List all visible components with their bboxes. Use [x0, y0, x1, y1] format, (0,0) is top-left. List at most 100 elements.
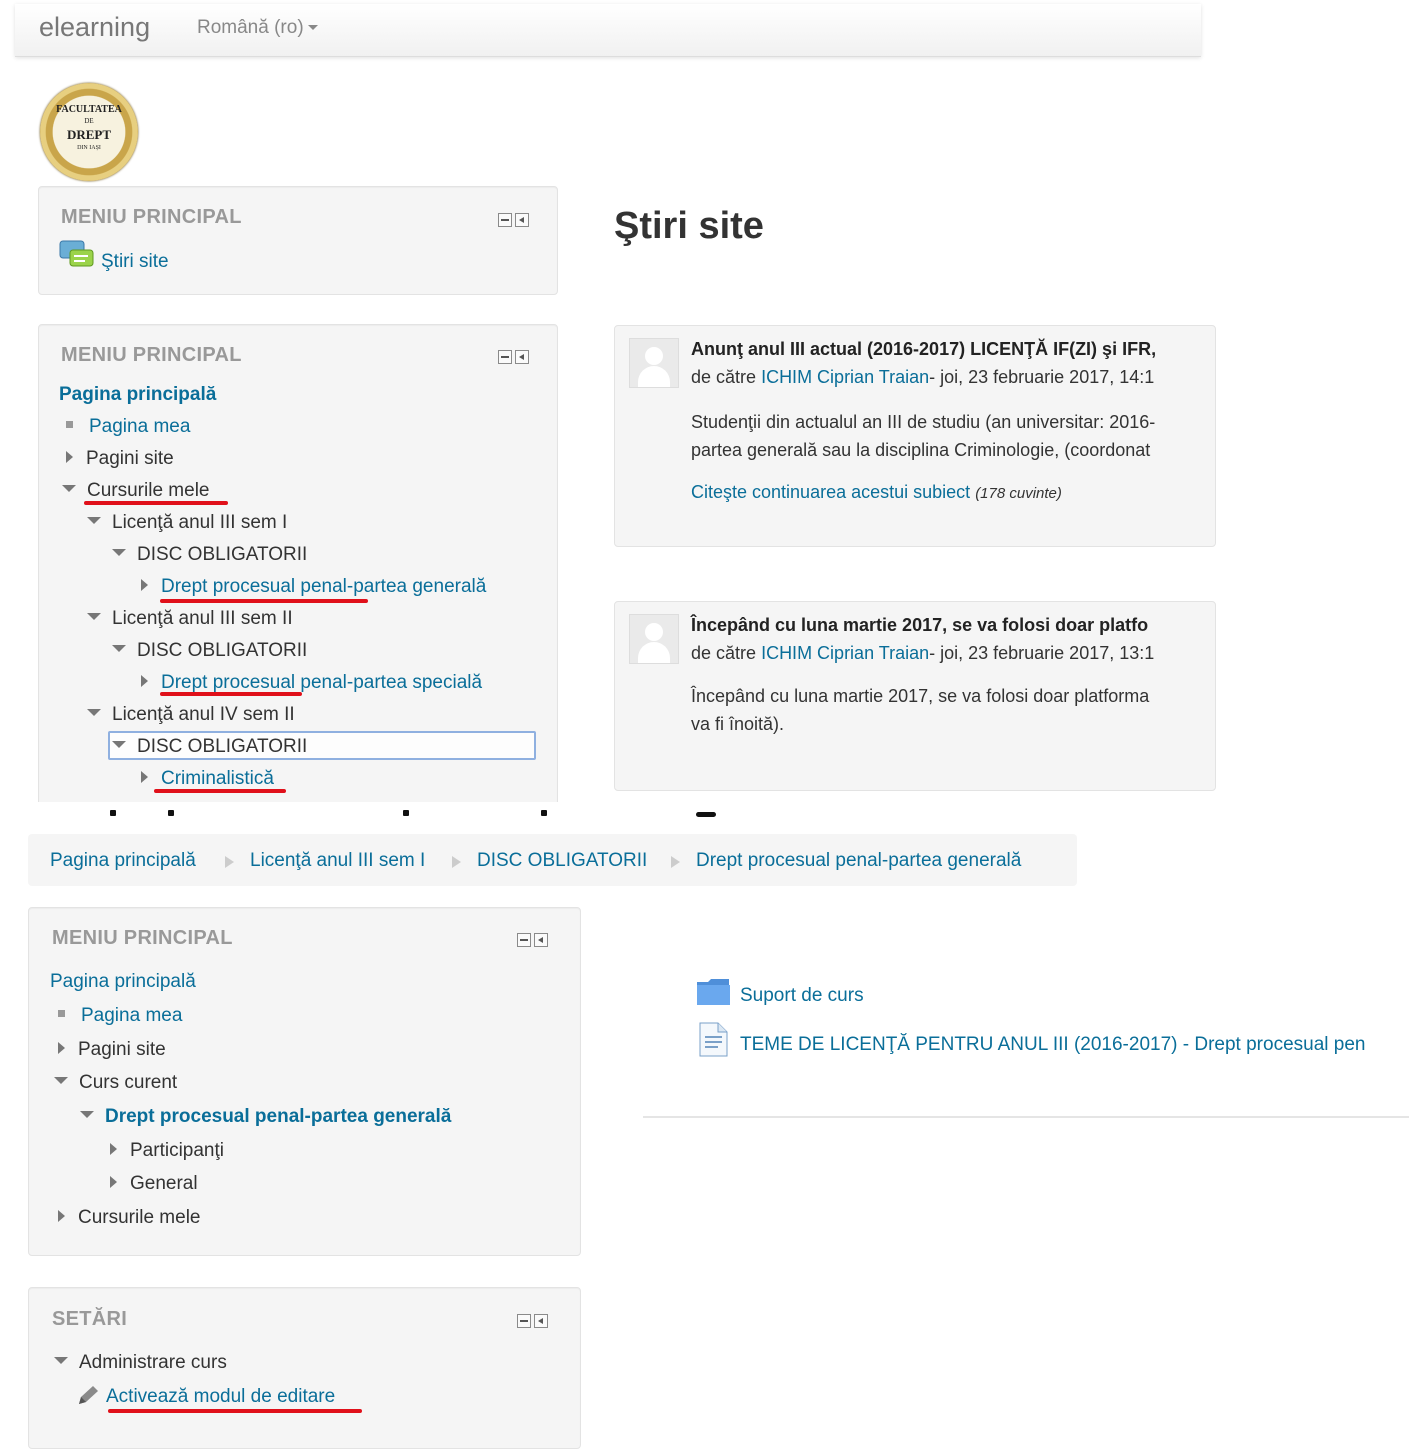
bullet-icon	[58, 1010, 65, 1018]
nav-general[interactable]: General	[110, 1173, 198, 1195]
post-byline: de către ICHIM Ciprian Traian- joi, 23 f…	[691, 643, 1155, 663]
breadcrumb: Pagina principală Licenţă anul III sem I…	[28, 834, 1077, 886]
nav-my-courses[interactable]: Cursurile mele	[62, 480, 209, 502]
hide-block-icon[interactable]	[498, 213, 512, 227]
collapse-icon	[87, 517, 101, 525]
nav-home[interactable]: Pagina principală	[50, 971, 196, 993]
collapse-icon	[112, 645, 126, 653]
collapse-icon	[54, 1357, 68, 1365]
nav-category[interactable]: Licenţă anul III sem II	[87, 608, 293, 630]
main-menu-block-news: MENIU PRINCIPAL Ştiri site	[38, 186, 558, 295]
collapse-icon	[62, 485, 76, 493]
collapse-icon	[54, 1077, 68, 1085]
block-controls	[517, 1314, 548, 1328]
breadcrumb-separator-icon	[225, 856, 234, 868]
expand-icon	[141, 770, 148, 783]
faculty-logo: FACULTATEA DE DREPT DIN IAȘI	[40, 83, 138, 181]
block-controls	[498, 350, 529, 364]
nav-course[interactable]: Drept procesual penal-partea specială	[141, 672, 482, 694]
resource-file-link[interactable]: TEME DE LICENŢĂ PENTRU ANUL III (2016-20…	[740, 1034, 1365, 1056]
dock-block-icon[interactable]	[534, 1314, 548, 1328]
block-controls	[498, 213, 529, 227]
forum-icon	[59, 240, 94, 267]
highlight-underline	[160, 599, 368, 603]
nav-subcategory[interactable]: DISC OBLIGATORII	[112, 544, 307, 566]
nav-participants[interactable]: Participanţi	[110, 1140, 224, 1162]
nav-subcategory[interactable]: DISC OBLIGATORII	[112, 640, 307, 662]
hide-block-icon[interactable]	[517, 933, 531, 947]
block-title: MENIU PRINCIPAL	[61, 206, 242, 228]
dock-block-icon[interactable]	[534, 933, 548, 947]
expand-icon	[110, 1142, 117, 1155]
highlight-underline	[160, 692, 302, 696]
post-subject: Anunţ anul III actual (2016-2017) LICENŢ…	[691, 339, 1157, 359]
breadcrumb-item[interactable]: DISC OBLIGATORII	[477, 850, 647, 872]
hide-block-icon[interactable]	[498, 350, 512, 364]
bullet-icon	[66, 421, 73, 429]
turn-editing-on[interactable]: Activează modul de editare	[76, 1386, 335, 1408]
block-title: SETĂRI	[52, 1308, 128, 1330]
breadcrumb-separator-icon	[671, 856, 680, 868]
author-link[interactable]: ICHIM Ciprian Traian	[761, 367, 929, 387]
nav-course[interactable]: Drept procesual penal-partea generală	[141, 576, 486, 598]
nav-subcategory[interactable]: DISC OBLIGATORII	[112, 736, 307, 758]
nav-site-pages[interactable]: Pagini site	[66, 448, 174, 470]
block-title: MENIU PRINCIPAL	[52, 927, 233, 949]
news-link[interactable]: Ştiri site	[101, 251, 169, 273]
read-more: Citeşte continuarea acestui subiect (178…	[691, 482, 1062, 502]
nav-current-course[interactable]: Curs curent	[54, 1072, 177, 1094]
pencil-icon	[79, 1386, 98, 1404]
nav-my-page[interactable]: Pagina mea	[66, 416, 190, 438]
block-title: MENIU PRINCIPAL	[61, 344, 242, 366]
page-title: Ştiri site	[614, 205, 764, 247]
breadcrumb-item[interactable]: Licenţă anul III sem I	[250, 850, 425, 872]
nav-my-page[interactable]: Pagina mea	[58, 1005, 182, 1027]
site-brand[interactable]: elearning	[39, 12, 150, 43]
read-more-link[interactable]: Citeşte continuarea acestui subiect	[691, 482, 970, 502]
forum-post: Anunţ anul III actual (2016-2017) LICENŢ…	[614, 325, 1216, 547]
language-menu[interactable]: Română (ro)	[197, 17, 318, 39]
collapse-icon	[87, 709, 101, 717]
file-icon	[699, 1022, 728, 1057]
screenshot-separator	[0, 802, 1409, 832]
collapse-icon	[112, 549, 126, 557]
forum-post: Începând cu luna martie 2017, se va folo…	[614, 601, 1216, 791]
nav-category[interactable]: Licenţă anul IV sem II	[87, 704, 295, 726]
breadcrumb-separator-icon	[452, 856, 461, 868]
caret-down-icon	[307, 25, 318, 31]
nav-site-pages[interactable]: Pagini site	[58, 1039, 166, 1061]
hide-block-icon[interactable]	[517, 1314, 531, 1328]
nav-active-course[interactable]: Drept procesual penal-partea generală	[80, 1106, 451, 1128]
section-divider	[643, 1116, 1409, 1118]
expand-icon	[58, 1041, 65, 1054]
expand-icon	[66, 450, 73, 463]
avatar[interactable]	[629, 338, 679, 388]
author-link[interactable]: ICHIM Ciprian Traian	[761, 643, 929, 663]
collapse-icon	[112, 741, 126, 749]
navbar: elearning Română (ro)	[15, 4, 1201, 57]
avatar[interactable]	[629, 614, 679, 664]
expand-icon	[141, 578, 148, 591]
post-body: va fi înoită).	[691, 714, 785, 734]
nav-category[interactable]: Licenţă anul III sem I	[87, 512, 287, 534]
folder-icon	[697, 979, 730, 1005]
breadcrumb-item[interactable]: Drept procesual penal-partea generală	[696, 850, 1021, 872]
nav-course-admin[interactable]: Administrare curs	[54, 1352, 227, 1374]
nav-home[interactable]: Pagina principală	[59, 384, 216, 406]
language-label: Română (ro)	[197, 17, 304, 38]
nav-course[interactable]: Criminalistică	[141, 768, 274, 790]
highlight-underline	[154, 789, 286, 793]
resource-folder-link[interactable]: Suport de curs	[740, 985, 864, 1007]
post-body: Începând cu luna martie 2017, se va folo…	[691, 686, 1150, 706]
highlight-underline	[108, 1409, 362, 1413]
block-controls	[517, 933, 548, 947]
dock-block-icon[interactable]	[515, 213, 529, 227]
expand-icon	[58, 1209, 65, 1222]
post-body: partea generală sau la disciplina Crimin…	[691, 440, 1151, 460]
post-body: Studenţii din actualul an III de studiu …	[691, 412, 1156, 432]
dock-block-icon[interactable]	[515, 350, 529, 364]
expand-icon	[110, 1175, 117, 1188]
expand-icon	[141, 674, 148, 687]
nav-my-courses[interactable]: Cursurile mele	[58, 1207, 200, 1229]
breadcrumb-item[interactable]: Pagina principală	[50, 850, 196, 872]
